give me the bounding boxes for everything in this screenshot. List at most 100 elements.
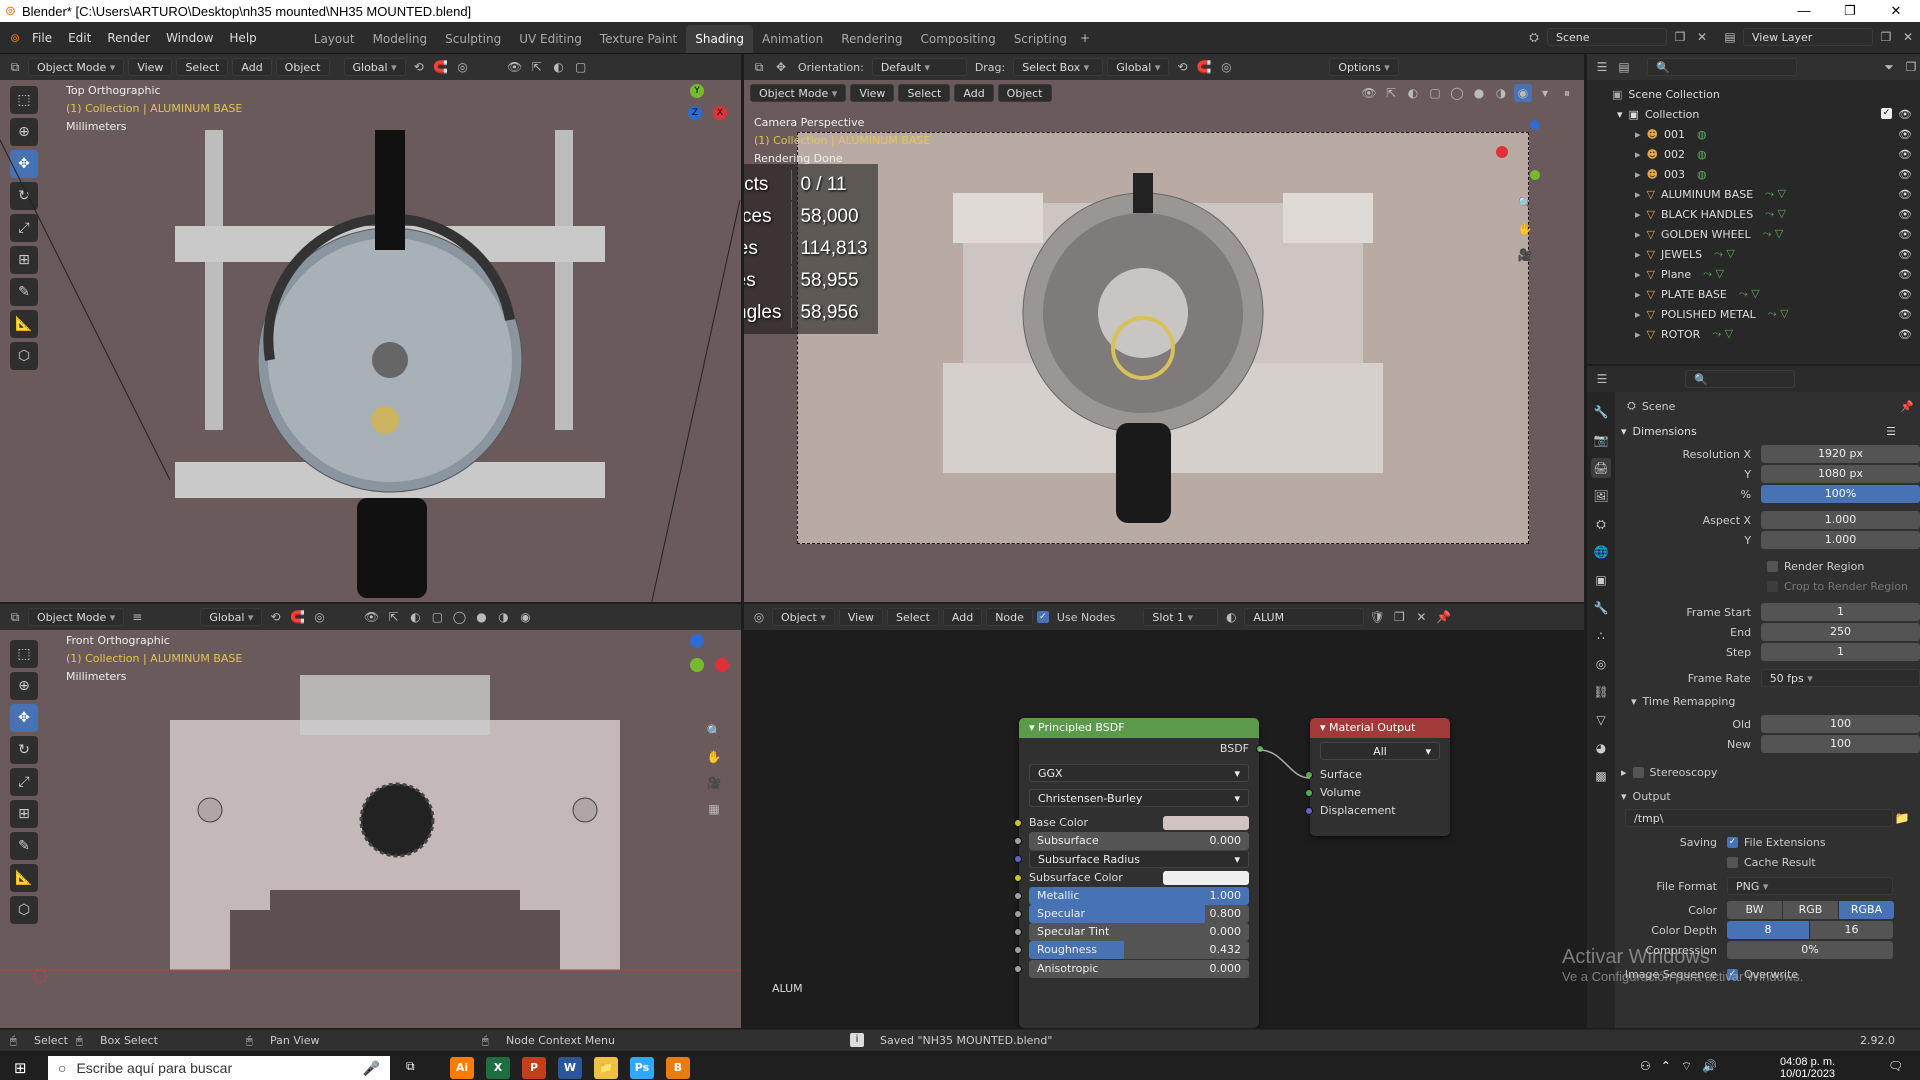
shader-type-selector[interactable]: Object	[772, 608, 835, 626]
display-mode-icon[interactable]: ▤	[1615, 58, 1633, 76]
editor-type-icon[interactable]: ⧉	[6, 58, 24, 76]
depth-16-button[interactable]: 16	[1810, 921, 1893, 939]
menu-view[interactable]: View	[850, 84, 895, 102]
editor-type-icon[interactable]: ◎	[750, 608, 768, 626]
outliner-item-plate-base[interactable]: ▸ ▽ PLATE BASE ⤳ ▽ 👁	[1587, 284, 1920, 304]
visibility-eye-icon[interactable]: 👁	[1898, 228, 1912, 241]
navigation-gizmo[interactable]: Y Z X	[660, 84, 727, 144]
expand-arrow-icon[interactable]: ▸	[1635, 268, 1641, 281]
cache-result-checkbox[interactable]	[1727, 856, 1738, 868]
object-data-icon[interactable]: ◍	[1697, 168, 1707, 181]
surface-input-socket[interactable]	[1305, 771, 1313, 779]
input-socket[interactable]	[1014, 946, 1022, 955]
snap-icon[interactable]: 🧲	[1195, 58, 1213, 76]
object-data-icon[interactable]: ◍	[1697, 148, 1707, 161]
base-color-swatch[interactable]	[1163, 816, 1249, 830]
bsdf-node-title[interactable]: ▾ Principled BSDF	[1019, 718, 1259, 738]
visibility-eye-icon[interactable]: 👁	[1898, 288, 1912, 301]
expand-arrow-icon[interactable]: ▸	[1635, 148, 1641, 161]
visibility-icon[interactable]: 👁	[362, 608, 380, 626]
time-new-field[interactable]: 100	[1761, 735, 1920, 753]
visibility-icon[interactable]: 👁	[1360, 84, 1378, 102]
modifier-mesh-icon[interactable]: ⤳ ▽	[1714, 247, 1735, 261]
scene-icon[interactable]: ⛭	[1525, 28, 1543, 46]
visibility-eye-icon[interactable]: 👁	[1898, 308, 1912, 321]
tab-texture-paint[interactable]: Texture Paint	[591, 25, 686, 53]
subsurface-slider[interactable]: Subsurface 0.000	[1029, 832, 1249, 851]
tool-tab-icon[interactable]: 🔧	[1591, 402, 1611, 422]
input-socket[interactable]	[1014, 910, 1022, 918]
gizmo-y-dot-icon[interactable]	[1530, 170, 1540, 180]
axis-x-icon[interactable]	[715, 658, 729, 672]
menu-view[interactable]: View	[128, 58, 173, 76]
expand-arrow-icon[interactable]: ▸	[1635, 328, 1641, 341]
close-button[interactable]: ✕	[1873, 0, 1919, 22]
taskbar-photoshop-icon[interactable]: Ps	[630, 1057, 654, 1079]
axis-z-icon[interactable]: Z	[688, 106, 702, 120]
color-bw-button[interactable]: BW	[1727, 901, 1782, 919]
folder-icon[interactable]: 📁	[1893, 809, 1911, 827]
transform-orientation[interactable]: Global	[1107, 58, 1170, 76]
frame-end-field[interactable]: 250	[1761, 623, 1920, 641]
properties-search-input[interactable]: 🔍	[1685, 370, 1795, 388]
shading-options-icon[interactable]: ▾	[1536, 84, 1554, 102]
render-tab-icon[interactable]: 📷	[1591, 430, 1611, 450]
expand-arrow-icon[interactable]: ▾	[1617, 108, 1623, 121]
output-header[interactable]: ▾ Output	[1617, 784, 1920, 808]
subsurface-radius-selector[interactable]: Subsurface Radius ▾	[1029, 850, 1249, 869]
taskbar-file-explorer-icon[interactable]: 📁	[594, 1057, 618, 1079]
metallic-slider[interactable]: Metallic 1.000	[1029, 886, 1249, 905]
input-socket[interactable]	[1014, 891, 1022, 900]
stereoscopy-checkbox[interactable]	[1632, 766, 1644, 778]
modifier-mesh-icon[interactable]: ⤳ ▽	[1739, 287, 1760, 301]
material-shading-icon[interactable]: ◑	[1492, 84, 1510, 102]
viewport-top-ortho[interactable]: ⧉ Object Mode View Select Add Object Glo…	[0, 54, 741, 602]
camera-view-icon[interactable]: 🎥	[705, 774, 723, 792]
tray-expand-icon[interactable]: ⌃	[1661, 1059, 1671, 1074]
navigation-gizmo[interactable]	[675, 634, 735, 694]
task-view-icon[interactable]: ⧉	[406, 1059, 415, 1074]
gizmo-icon[interactable]: ⇱	[384, 608, 402, 626]
menu-object[interactable]: Object	[997, 84, 1052, 102]
specular-slider[interactable]: Specular 0.800	[1029, 905, 1249, 923]
volume-input-socket[interactable]	[1305, 789, 1313, 797]
file-extensions-checkbox[interactable]: ✓	[1727, 836, 1738, 848]
taskbar-excel-icon[interactable]: X	[486, 1057, 510, 1079]
menu-render[interactable]: Render	[99, 22, 158, 54]
output-target-selector[interactable]: All ▾	[1320, 742, 1440, 760]
roughness-slider[interactable]: Roughness 0.432	[1029, 941, 1249, 960]
expand-arrow-icon[interactable]: ▸	[1635, 188, 1641, 201]
camera-view-icon[interactable]: 🎥	[1516, 246, 1534, 264]
gizmo-z-dot-icon[interactable]	[1530, 120, 1540, 130]
dimensions-panel-header[interactable]: ▾ Dimensions ☰	[1617, 418, 1920, 444]
new-collection-icon[interactable]: ❐	[1902, 58, 1920, 76]
transform-gizmo-icon[interactable]: ✥	[772, 58, 790, 76]
displacement-input-socket[interactable]	[1305, 807, 1313, 815]
notifications-icon[interactable]: 🗨	[1888, 1059, 1903, 1073]
pan-hand-icon[interactable]: ✋	[705, 748, 723, 766]
frame-rate-selector[interactable]: 50 fps	[1760, 669, 1920, 687]
editor-type-icon[interactable]: ⧉	[750, 58, 768, 76]
xray-icon[interactable]: ▢	[428, 608, 446, 626]
compression-field[interactable]: 0%	[1727, 941, 1893, 959]
overlay-icon[interactable]: ◐	[1404, 84, 1422, 102]
resolution-x-field[interactable]: 1920 px	[1761, 445, 1920, 463]
tab-rendering[interactable]: Rendering	[832, 25, 911, 53]
visibility-eye-icon[interactable]: 👁	[1898, 148, 1912, 161]
bsdf-output-socket[interactable]	[1256, 745, 1264, 753]
scene-selector[interactable]: Scene	[1547, 28, 1667, 46]
outliner-item-aluminum-base[interactable]: ▸ ▽ ALUMINUM BASE ⤳ ▽ 👁	[1587, 184, 1920, 204]
texture-tab-icon[interactable]: ▩	[1591, 766, 1611, 786]
axis-y-icon[interactable]	[690, 658, 704, 672]
modifier-mesh-icon[interactable]: ⤳ ▽	[1765, 187, 1786, 201]
material-tab-icon[interactable]: ◕	[1591, 738, 1611, 758]
modifier-tab-icon[interactable]: 🔧	[1591, 598, 1611, 618]
pivot-icon[interactable]: ⟲	[410, 58, 428, 76]
expand-arrow-icon[interactable]: ▸	[1635, 248, 1641, 261]
volume-icon[interactable]: 🔊	[1702, 1059, 1717, 1074]
frame-start-field[interactable]: 1	[1761, 603, 1920, 621]
microphone-icon[interactable]: 🎤	[363, 1060, 380, 1077]
viewport-front-ortho[interactable]: ⧉ Object Mode ≡ Global ⟲ 🧲 ◎ 👁 ⇱ ◐ ▢ ◯ ●…	[0, 604, 741, 1028]
hamburger-menu-icon[interactable]: ≡	[128, 608, 146, 626]
scene-tab-icon[interactable]: ⛭	[1591, 514, 1611, 534]
